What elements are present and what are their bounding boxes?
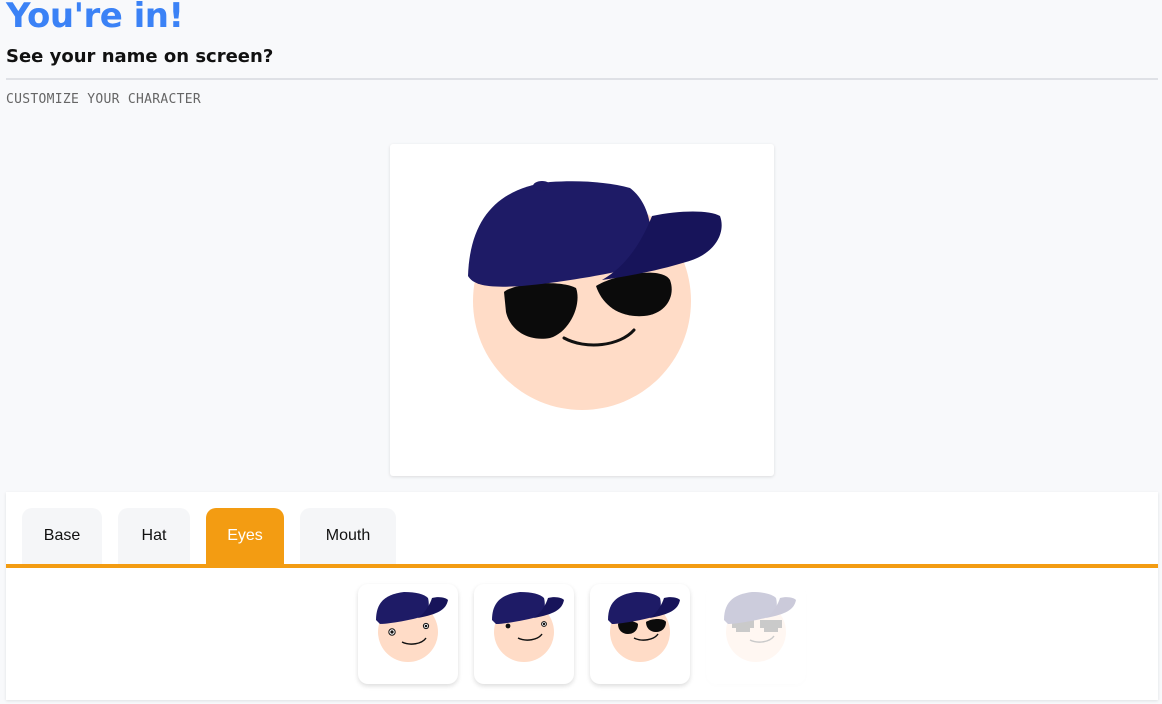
tab-hat[interactable]: Hat: [118, 508, 190, 564]
page: You're in! See your name on screen? CUST…: [0, 0, 1162, 704]
category-tabs: Base Hat Eyes Mouth: [22, 508, 396, 564]
character-avatar-large: [468, 181, 722, 410]
eye-option-dots[interactable]: [474, 584, 574, 684]
section-label: CUSTOMIZE YOUR CHARACTER: [6, 92, 202, 107]
eye-option-googly[interactable]: [358, 584, 458, 684]
eye-option-pixel-shades[interactable]: [706, 584, 806, 684]
tab-base[interactable]: Base: [22, 508, 102, 564]
divider: [6, 78, 1158, 80]
tab-underline: [6, 564, 1158, 568]
page-title: You're in!: [6, 0, 184, 36]
dot-eyes-icon: [492, 592, 564, 662]
eye-option-sunglasses[interactable]: [590, 584, 690, 684]
tab-mouth[interactable]: Mouth: [300, 508, 396, 564]
character-preview: [390, 144, 774, 476]
pixel-shades-icon: [724, 592, 796, 662]
eye-options: [358, 584, 806, 684]
page-subtitle: See your name on screen?: [6, 46, 274, 67]
tab-eyes[interactable]: Eyes: [206, 508, 284, 564]
editor-panel: Base Hat Eyes Mouth: [6, 492, 1158, 700]
sunglasses-option-icon: [608, 592, 680, 662]
googly-eyes-icon: [376, 592, 448, 662]
